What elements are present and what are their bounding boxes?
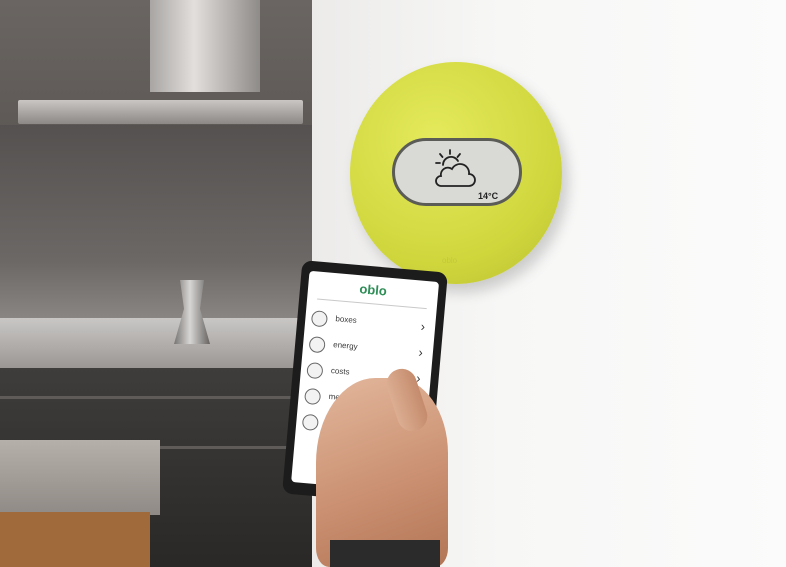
hood-shelf xyxy=(18,100,303,124)
corner-counter xyxy=(0,440,160,515)
energy-icon xyxy=(308,336,326,354)
photo-scene: 14°C oblo oblo boxes › energy › costs › xyxy=(0,0,786,567)
thermostat-brand-mark: oblo xyxy=(442,256,458,265)
partly-cloudy-icon xyxy=(435,149,476,187)
backsplash xyxy=(0,125,312,320)
sleeve xyxy=(330,540,440,567)
temperature-readout: 14°C xyxy=(478,191,499,201)
weather-icon xyxy=(303,387,322,406)
menu-item-label: costs xyxy=(330,366,350,377)
kitchen-counter xyxy=(0,318,312,368)
tools-icon xyxy=(301,413,320,432)
box-icon xyxy=(310,310,329,328)
hand xyxy=(316,378,448,567)
range-hood xyxy=(150,0,260,92)
menu-item-label: energy xyxy=(332,340,358,352)
kitchen-background xyxy=(0,0,312,567)
piggy-bank-icon xyxy=(306,361,324,380)
chevron-right-icon: › xyxy=(417,344,424,360)
chevron-right-icon: › xyxy=(420,318,426,334)
wood-cabinet xyxy=(0,512,150,567)
menu-item-label: boxes xyxy=(335,314,358,326)
cabinet-handle xyxy=(0,396,312,399)
